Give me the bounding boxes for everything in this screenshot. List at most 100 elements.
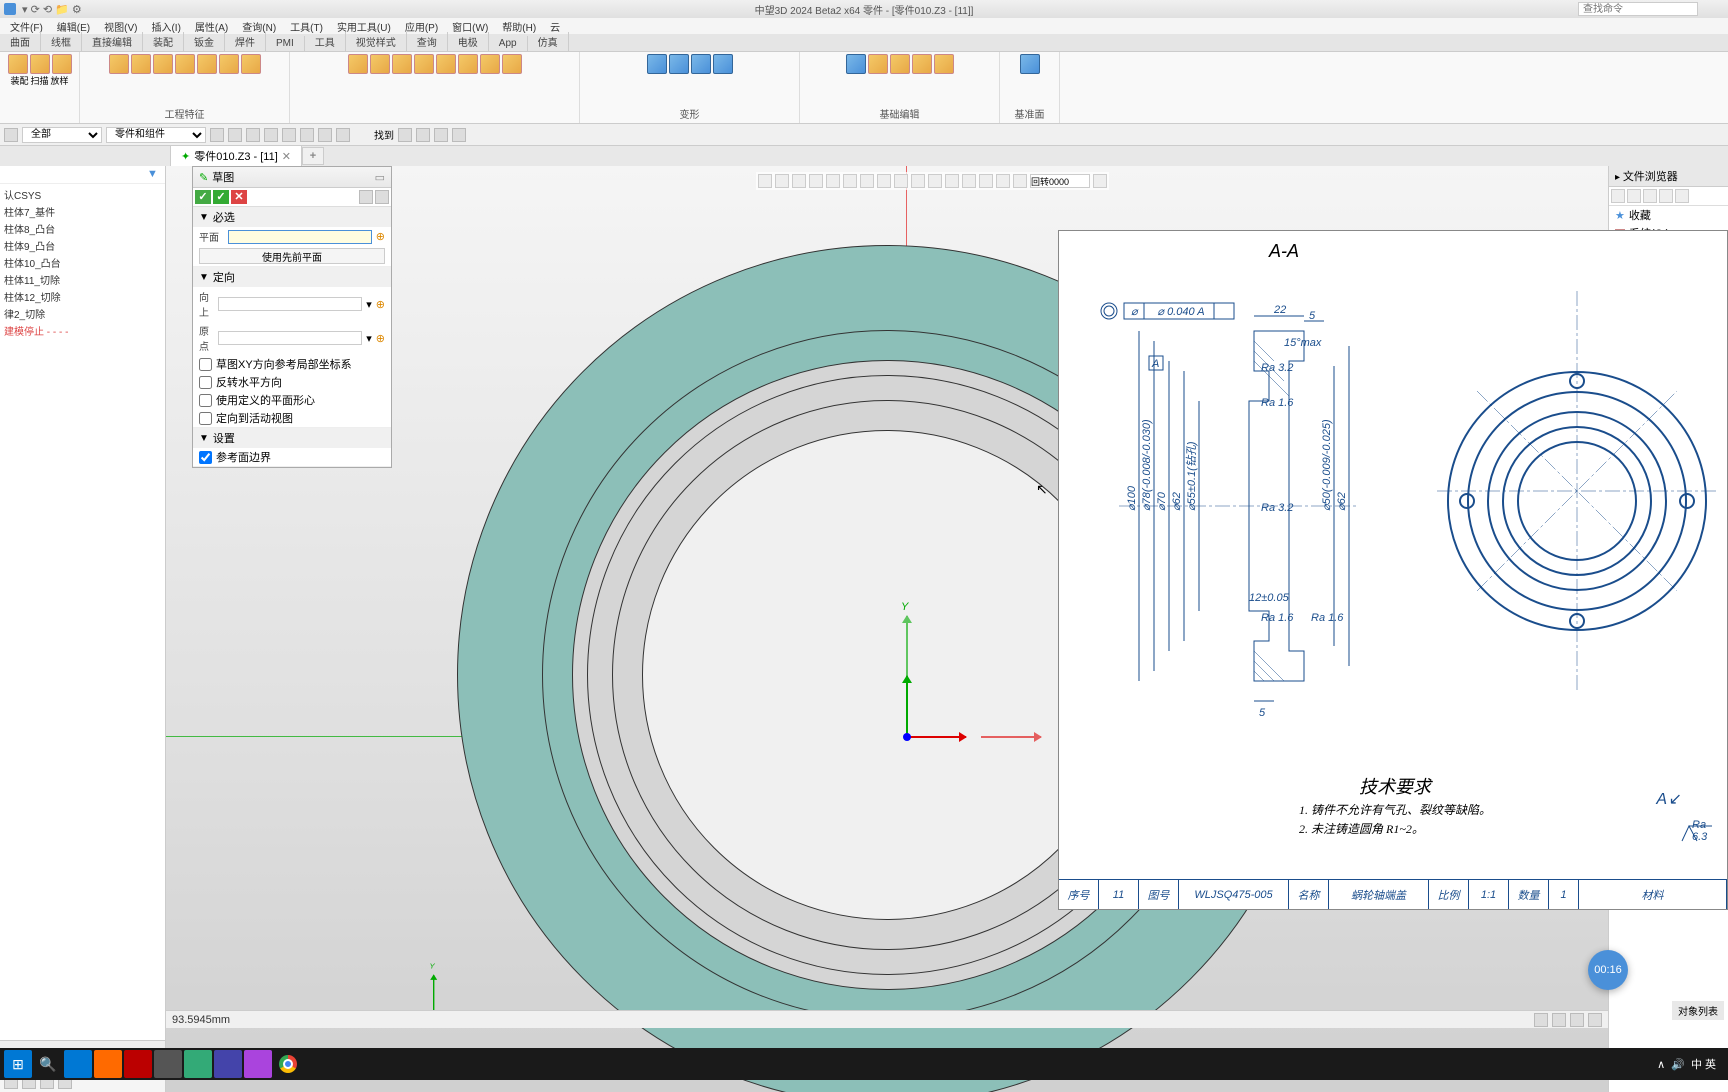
ribbon-icon[interactable] — [912, 54, 932, 74]
filter-icon[interactable]: ▼ — [147, 168, 161, 182]
ribbon-icon[interactable] — [241, 54, 261, 74]
tray-icon[interactable]: 中 英 — [1691, 1056, 1716, 1072]
filter-type-dropdown[interactable]: 零件和组件 — [106, 127, 206, 143]
up-input[interactable] — [218, 297, 362, 311]
tree-item[interactable]: 律2_切除 — [0, 305, 165, 322]
object-list-label[interactable]: 对象列表 — [1672, 1001, 1724, 1020]
ribbon-icon[interactable] — [8, 54, 28, 74]
rp-btn[interactable] — [1627, 189, 1641, 203]
vt-btn[interactable] — [979, 174, 993, 188]
vt-btn[interactable] — [1013, 174, 1027, 188]
ribbon-icon[interactable] — [370, 54, 390, 74]
status-btn[interactable] — [1588, 1013, 1602, 1027]
ribbon-icon[interactable] — [868, 54, 888, 74]
dropdown-icon[interactable]: ▾ — [366, 332, 372, 345]
dropdown-icon[interactable]: ▾ — [366, 298, 372, 311]
status-btn[interactable] — [1570, 1013, 1584, 1027]
ribbon-item[interactable]: 扫描 — [30, 74, 48, 87]
ribbon-icon[interactable] — [109, 54, 129, 74]
apply-button[interactable]: ✓ — [213, 190, 229, 204]
ribbon-icon[interactable] — [691, 54, 711, 74]
tree-stop-marker[interactable]: 建模停止 - - - - — [0, 322, 165, 339]
ribbon-icon[interactable] — [414, 54, 434, 74]
ribbon-icon[interactable] — [175, 54, 195, 74]
tab-assembly[interactable]: 装配 — [143, 32, 184, 51]
rp-btn[interactable] — [1611, 189, 1625, 203]
picker-icon[interactable]: ⊕ — [376, 332, 385, 345]
tb-btn[interactable] — [434, 128, 448, 142]
tb-btn[interactable] — [452, 128, 466, 142]
dialog-title-bar[interactable]: ✎ 草图 ▭ — [193, 167, 391, 188]
vt-btn[interactable] — [860, 174, 874, 188]
status-btn[interactable] — [1534, 1013, 1548, 1027]
tree-item[interactable]: 柱体10_凸台 — [0, 254, 165, 271]
filter-all-dropdown[interactable]: 全部 — [22, 127, 102, 143]
picker-icon[interactable]: ⊕ — [376, 230, 385, 243]
ribbon-icon[interactable] — [669, 54, 689, 74]
vt-btn[interactable] — [962, 174, 976, 188]
tree-item[interactable]: 柱体8_凸台 — [0, 220, 165, 237]
tb-btn[interactable] — [228, 128, 242, 142]
vt-btn[interactable] — [1093, 174, 1107, 188]
ribbon-icon[interactable] — [436, 54, 456, 74]
tb-btn[interactable] — [264, 128, 278, 142]
ribbon-icon[interactable] — [1020, 54, 1040, 74]
tree-item[interactable]: 柱体12_切除 — [0, 288, 165, 305]
tray-icon[interactable]: ∧ — [1657, 1058, 1665, 1071]
dlg-opt-btn[interactable] — [359, 190, 373, 204]
tab-app[interactable]: App — [489, 36, 528, 51]
tb-btn[interactable] — [318, 128, 332, 142]
quick-access[interactable]: ▾ ⟳ ⟲ 📁 ⚙ — [22, 3, 82, 16]
system-tray[interactable]: ∧ 🔊 中 英 — [1649, 1056, 1724, 1072]
ok-button[interactable]: ✓ — [195, 190, 211, 204]
dialog-menu-icon[interactable]: ▭ — [375, 171, 385, 184]
check-centroid[interactable]: 使用定义的平面形心 — [193, 391, 391, 409]
check-xy-local[interactable]: 草图XY方向参考局部坐标系 — [193, 355, 391, 373]
task-app-icon[interactable] — [184, 1050, 212, 1078]
search-icon[interactable]: 🔍 — [34, 1050, 62, 1078]
vt-btn[interactable] — [928, 174, 942, 188]
ribbon-icon[interactable] — [502, 54, 522, 74]
ribbon-icon[interactable] — [934, 54, 954, 74]
rp-btn[interactable] — [1659, 189, 1673, 203]
ribbon-icon[interactable] — [458, 54, 478, 74]
windows-taskbar[interactable]: ⊞ 🔍 ∧ 🔊 中 英 — [0, 1048, 1728, 1080]
task-app-icon[interactable] — [244, 1050, 272, 1078]
tab-visual[interactable]: 视觉样式 — [346, 32, 407, 51]
vt-btn[interactable] — [843, 174, 857, 188]
fb-favorites[interactable]: ★收藏 — [1609, 206, 1728, 224]
ribbon-item[interactable]: 放样 — [51, 74, 69, 87]
ribbon-item[interactable]: 装配 — [10, 74, 28, 87]
check-orient-view[interactable]: 定向到活动视图 — [193, 409, 391, 427]
section-settings[interactable]: ▼ 设置 — [193, 428, 391, 448]
tab-weld[interactable]: 焊件 — [225, 32, 266, 51]
tb-btn[interactable] — [210, 128, 224, 142]
tab-sim[interactable]: 仿真 — [528, 32, 569, 51]
ribbon-icon[interactable] — [153, 54, 173, 74]
vt-btn[interactable] — [945, 174, 959, 188]
vt-btn[interactable] — [911, 174, 925, 188]
tree-item[interactable]: 柱体7_基件 — [0, 203, 165, 220]
task-app-icon[interactable] — [214, 1050, 242, 1078]
tb-btn[interactable] — [4, 128, 18, 142]
tab-electrode[interactable]: 电极 — [448, 32, 489, 51]
vt-btn[interactable] — [894, 174, 908, 188]
vt-btn[interactable] — [826, 174, 840, 188]
task-app-icon[interactable] — [154, 1050, 182, 1078]
vt-btn[interactable] — [996, 174, 1010, 188]
tb-btn[interactable] — [246, 128, 260, 142]
ribbon-icon[interactable] — [713, 54, 733, 74]
new-tab-button[interactable]: + — [302, 147, 324, 165]
section-required[interactable]: ▼ 必选 — [193, 207, 391, 227]
ribbon-icon[interactable] — [846, 54, 866, 74]
tab-surface[interactable]: 曲面 — [0, 32, 41, 51]
ribbon-icon[interactable] — [647, 54, 667, 74]
ribbon-icon[interactable] — [219, 54, 239, 74]
rp-btn[interactable] — [1643, 189, 1657, 203]
edge-icon[interactable] — [64, 1050, 92, 1078]
tree-item[interactable]: 柱体11_切除 — [0, 271, 165, 288]
section-orient[interactable]: ▼ 定向 — [193, 267, 391, 287]
close-icon[interactable]: ✕ — [282, 150, 291, 163]
cancel-button[interactable]: ✕ — [231, 190, 247, 204]
tb-btn[interactable] — [336, 128, 350, 142]
